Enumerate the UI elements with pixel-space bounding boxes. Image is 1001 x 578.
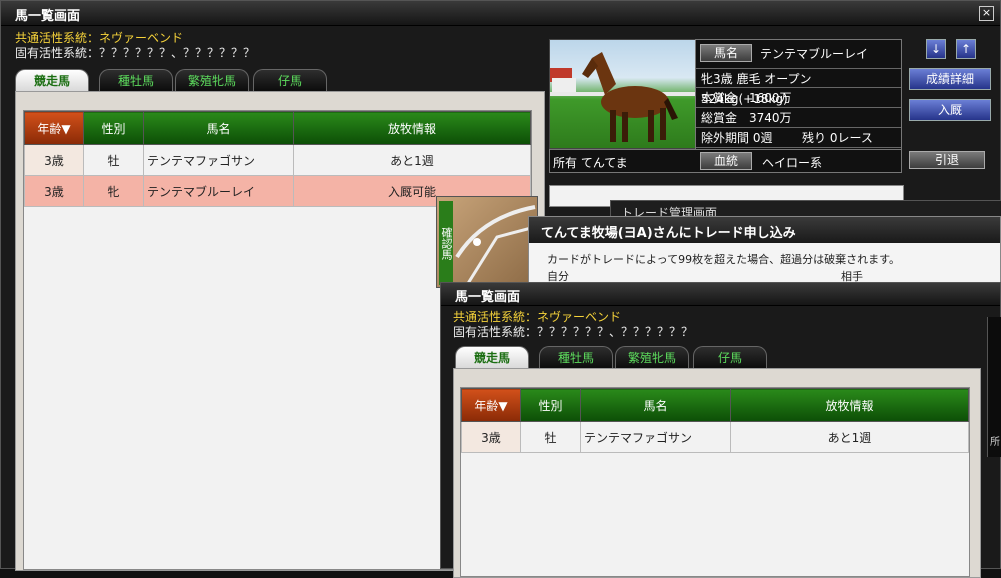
cell-pasture: あと1週 [293, 144, 531, 176]
tab-foal[interactable]: 仔馬 [253, 69, 327, 91]
races-left: 残り 0レース [802, 131, 873, 145]
move-up-button[interactable]: ↑ [956, 39, 976, 59]
cell-sex: 牡 [520, 421, 581, 453]
col-sex-2[interactable]: 性別 [520, 388, 581, 422]
tab-stallion-2[interactable]: 種牡馬 [539, 346, 613, 368]
unique-lineage: 固有活性系統：？？？？？？、？？？？？？ [15, 46, 256, 60]
close-button[interactable]: × [979, 6, 994, 21]
window-titlebar-2: 馬一覧画面 [441, 283, 1000, 306]
col-age-2[interactable]: 年齢▼ [461, 388, 521, 422]
trade-request-dialog: てんてま牧場(ヨA)さんにトレード申し込み カードがトレードによって99枚を超え… [528, 216, 1001, 286]
col-pasture-2[interactable]: 放牧情報 [730, 388, 969, 422]
owner-row: 所有 てんてま 血統 ヘイロー系 [549, 149, 902, 173]
enter-stable-button[interactable]: 入厩 [909, 99, 991, 121]
horse-list-window-2: 馬一覧画面 共通活性系統：ネヴァーベンド 固有活性系統：？？？？？？、？？？？？… [440, 282, 1001, 578]
col-pasture[interactable]: 放牧情報 [293, 111, 531, 145]
retire-button[interactable]: 引退 [909, 151, 985, 169]
trade-notice: カードがトレードによって99枚を超えた場合、超過分は破棄されます。 [547, 253, 901, 266]
lineage-button[interactable]: 血統 [700, 152, 752, 170]
horse-image-icon [550, 52, 696, 142]
cell-pasture: あと1週 [730, 421, 969, 453]
results-detail-button[interactable]: 成績詳細 [909, 68, 991, 90]
cell-sex: 牡 [83, 144, 144, 176]
table-row[interactable]: 3歳 牡 テンテマファゴサン あと1週 [24, 144, 531, 176]
exclusion-row: 除外期間 0週 残り 0レース [696, 128, 901, 148]
horse-table-2: 年齢▼ 性別 馬名 放牧情報 3歳 牡 テンテマファゴサン あと1週 [460, 387, 970, 577]
window-title-2: 馬一覧画面 [455, 290, 521, 305]
table-header: 年齢▼ 性別 馬名 放牧情報 [24, 111, 531, 145]
trade-dialog-title: てんてま牧場(ヨA)さんにトレード申し込み [541, 226, 796, 241]
cell-age: 3歳 [24, 175, 84, 207]
cell-name: テンテマファゴサン [580, 421, 731, 453]
confirm-side-text: 確認馬 [439, 201, 453, 285]
right-edge-panel: 所 [987, 317, 1001, 457]
col-sex[interactable]: 性別 [83, 111, 144, 145]
exclusion-period: 除外期間 0週 [701, 131, 773, 145]
tab-foal-2[interactable]: 仔馬 [693, 346, 767, 368]
table-row[interactable]: 3歳 牡 テンテマファゴサン あと1週 [461, 421, 969, 453]
cell-age: 3歳 [24, 144, 84, 176]
col-name-2[interactable]: 馬名 [580, 388, 731, 422]
name-button[interactable]: 馬名 [700, 44, 752, 62]
horse-tabs-2: 競走馬 種牡馬 繁殖牝馬 仔馬 [455, 346, 785, 368]
edge-char: 所 [990, 437, 1000, 448]
col-age[interactable]: 年齢▼ [24, 111, 84, 145]
horse-name: テンテマブルーレイ [760, 47, 869, 61]
cell-name: テンテマブルーレイ [143, 175, 294, 207]
unique-lineage-2: 固有活性系統：？？？？？？、？？？？？？ [453, 325, 694, 339]
cell-age: 3歳 [461, 421, 521, 453]
tab-stallion[interactable]: 種牡馬 [99, 69, 173, 91]
horse-tabs: 競走馬 種牡馬 繁殖牝馬 仔馬 [15, 69, 345, 91]
owner-label: 所有 てんてま [553, 156, 628, 170]
window-titlebar: 馬一覧画面 × [1, 1, 1000, 26]
main-prize: 本賞金 1600万 [696, 88, 901, 108]
move-down-button[interactable]: ↓ [926, 39, 946, 59]
cell-sex: 牝 [83, 175, 144, 207]
trade-background: 確認馬 [436, 196, 538, 288]
trade-dialog-header: てんてま牧場(ヨA)さんにトレード申し込み [529, 217, 1000, 243]
tab-broodmare-2[interactable]: 繁殖牝馬 [615, 346, 689, 368]
cell-name: テンテマファゴサン [143, 144, 294, 176]
tab-broodmare[interactable]: 繁殖牝馬 [175, 69, 249, 91]
col-name[interactable]: 馬名 [143, 111, 294, 145]
horse-profile: 牝3歳 鹿毛 オープン 524kg(+18kg) [696, 68, 901, 106]
tab-racehorse-2[interactable]: 競走馬 [455, 346, 529, 368]
table-header-2: 年齢▼ 性別 馬名 放牧情報 [461, 388, 969, 422]
lineage-value: ヘイロー系 [762, 156, 823, 170]
tab-racehorse[interactable]: 競走馬 [15, 69, 89, 91]
horse-portrait [549, 39, 697, 149]
total-prize: 総賞金 3740万 [696, 108, 901, 128]
window-title: 馬一覧画面 [15, 9, 81, 24]
